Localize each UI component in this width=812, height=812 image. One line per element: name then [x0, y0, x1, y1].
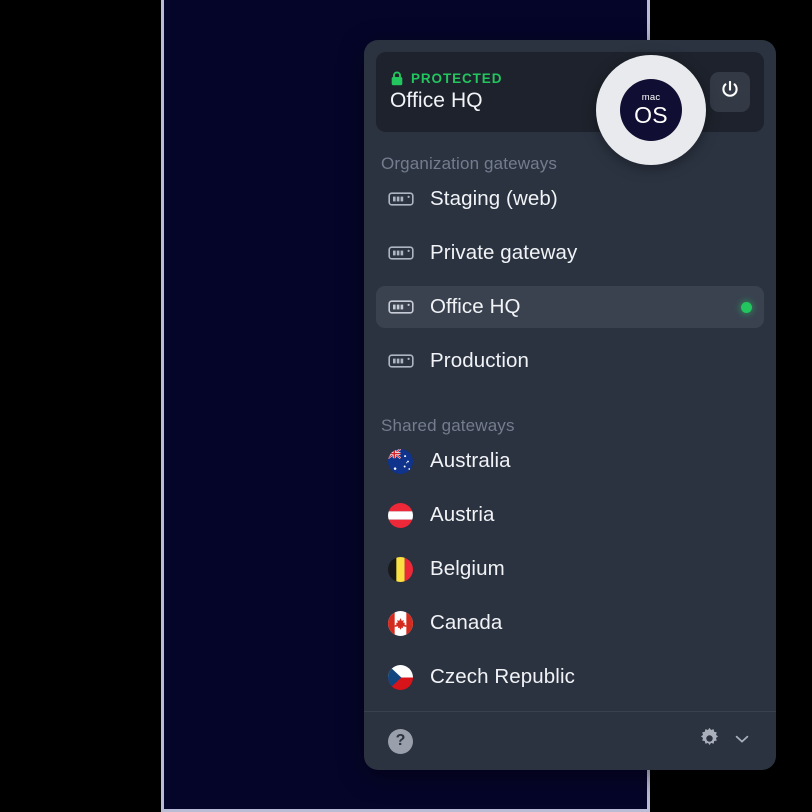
gateway-label: Staging (web) [430, 187, 558, 210]
gateway-row-private-gateway[interactable]: Private gateway [376, 232, 764, 274]
help-button[interactable]: ? [388, 728, 413, 754]
power-button[interactable] [710, 72, 750, 112]
platform-badge-macos: mac OS [596, 55, 706, 165]
flag-austria-icon [388, 502, 413, 528]
section-title-organization: Organization gateways [381, 154, 558, 173]
connection-status-header: PROTECTED Office HQ [376, 52, 764, 132]
gateway-row-belgium[interactable]: Belgium [376, 548, 764, 590]
flag-czech-republic-icon [388, 664, 413, 690]
gateway-label: Austria [430, 503, 495, 526]
screenshot-stage: PROTECTED Office HQ Organization gateway… [0, 0, 812, 812]
connected-status-dot [741, 301, 752, 313]
server-icon [388, 243, 418, 263]
gateway-label: Australia [430, 449, 511, 472]
server-icon [388, 297, 418, 317]
gear-icon [697, 726, 722, 756]
server-icon [388, 351, 418, 371]
gateway-label: Czech Republic [430, 665, 575, 688]
expand-menu-button[interactable] [732, 729, 752, 754]
gateway-row-austria[interactable]: Austria [376, 494, 764, 536]
gateway-row-australia[interactable]: Australia [376, 440, 764, 482]
gateway-label: Belgium [430, 557, 505, 580]
gateway-label: Private gateway [430, 241, 578, 264]
gateway-row-czech-republic[interactable]: Czech Republic [376, 656, 764, 698]
platform-badge-inner: mac OS [620, 79, 682, 141]
platform-badge-os-text: OS [634, 101, 668, 128]
power-icon [719, 79, 741, 106]
device-panel: PROTECTED Office HQ Organization gateway… [161, 0, 776, 812]
gateway-row-staging-web[interactable]: Staging (web) [376, 178, 764, 220]
gateway-row-production[interactable]: Production [376, 340, 764, 382]
status-badge: PROTECTED [411, 71, 503, 86]
section-title-shared: Shared gateways [381, 416, 515, 435]
gateway-label: Canada [430, 611, 503, 634]
flag-canada-icon [388, 610, 413, 636]
gateway-label: Office HQ [430, 295, 521, 318]
gateway-list[interactable]: Organization gateways Staging (web) Priv… [364, 132, 776, 711]
vpn-app-card: PROTECTED Office HQ Organization gateway… [364, 40, 776, 770]
gateway-row-office-hq[interactable]: Office HQ [376, 286, 764, 328]
flag-belgium-icon [388, 556, 413, 582]
flag-australia-icon [388, 448, 413, 474]
footer-actions [697, 726, 752, 756]
app-footer: ? [364, 711, 776, 770]
question-mark-icon: ? [395, 732, 406, 749]
settings-button[interactable] [697, 726, 722, 756]
gateway-row-canada[interactable]: Canada [376, 602, 764, 644]
server-icon [388, 189, 418, 209]
gateway-label: Production [430, 349, 530, 372]
lock-icon [390, 71, 404, 86]
chevron-down-icon [732, 729, 752, 754]
